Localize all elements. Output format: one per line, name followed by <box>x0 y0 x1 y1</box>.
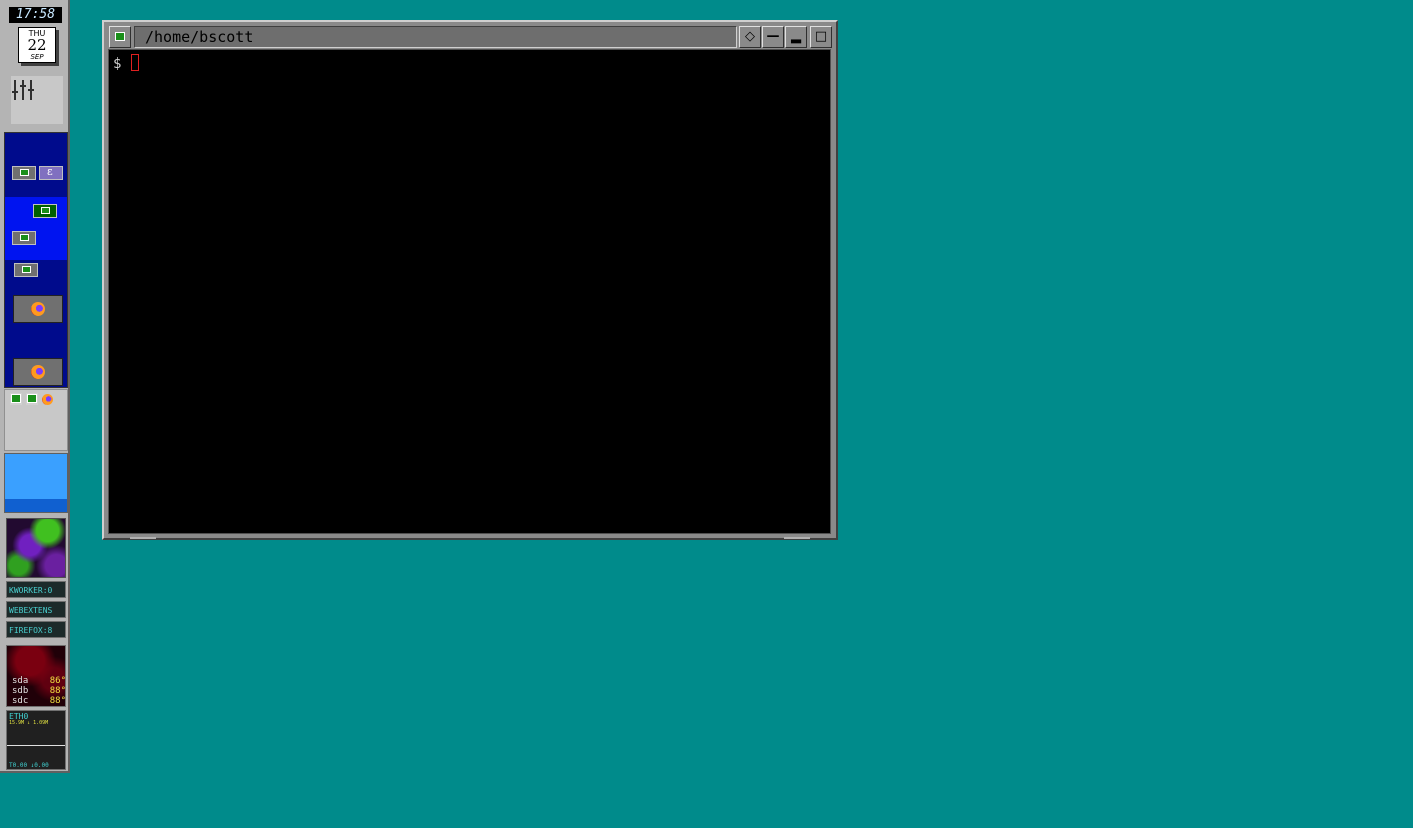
terminal-icon[interactable] <box>14 263 38 277</box>
firefox-icon <box>31 302 45 316</box>
calendar-widget[interactable]: THU 22 SEP <box>18 27 56 63</box>
window-title[interactable]: /home/bscott <box>134 26 737 48</box>
terminal-icon[interactable] <box>12 166 36 180</box>
desktop-pager[interactable]: ε <box>4 132 68 388</box>
window-maker-dock: 17:58 THU 22 SEP ε KWORKER:0 WEBEXTENS F… <box>0 0 70 773</box>
shell-prompt: $ <box>113 56 122 72</box>
terminal-icon[interactable] <box>12 231 36 245</box>
window-menu-button[interactable] <box>109 26 131 48</box>
pager-desktop-4[interactable] <box>5 325 67 387</box>
firefox-icon[interactable] <box>42 394 53 405</box>
pager-desktop-3[interactable] <box>5 261 67 324</box>
mixer-panel <box>11 76 63 124</box>
resize-handle-bottom-left[interactable] <box>130 537 156 539</box>
terminal-icon[interactable] <box>33 204 57 218</box>
mixer-applet[interactable] <box>3 70 67 130</box>
temp-device: sdc <box>12 696 29 706</box>
text-cursor <box>131 54 139 71</box>
process-monitor-item[interactable]: FIREFOX:8 <box>6 621 66 638</box>
process-monitor-item[interactable]: KWORKER:0 <box>6 581 66 598</box>
terminal-content[interactable]: $ <box>108 49 831 534</box>
emacs-icon[interactable]: ε <box>39 165 63 180</box>
pager-desktop-1[interactable]: ε <box>5 133 67 196</box>
temp-device: sda <box>12 676 29 686</box>
net-rates: 15.9M ↓ 1.09M <box>9 720 49 726</box>
clock-display[interactable]: 17:58 <box>9 7 62 23</box>
firefox-icon <box>31 365 45 379</box>
terminal-icon <box>115 32 125 41</box>
temp-value: 88° <box>49 686 66 696</box>
process-monitor-item[interactable]: WEBEXTENS <box>6 601 66 618</box>
maximize-button[interactable]: □ <box>810 26 832 48</box>
net-graph-baseline <box>7 745 65 746</box>
temp-value: 88° <box>49 696 66 706</box>
resize-handle-bottom-right[interactable] <box>784 537 810 539</box>
plasma-animation-applet <box>6 518 66 578</box>
pager-window-firefox[interactable] <box>13 295 63 323</box>
water-level-applet <box>4 453 68 513</box>
temp-value: 86° <box>49 676 66 686</box>
temp-row: sdc 88° <box>12 696 66 706</box>
temp-row: sda 86° <box>12 676 66 686</box>
iconified-windows-box <box>4 389 68 451</box>
shade-button[interactable]: ◇ <box>739 26 761 48</box>
net-totals: T0.00 ↓0.00 <box>9 762 49 769</box>
pager-desktop-2[interactable] <box>5 197 67 260</box>
calendar-day: 22 <box>27 36 47 54</box>
terminal-window[interactable]: /home/bscott ◇ — ▂ □ $ <box>102 20 838 540</box>
disk-temperature-monitor: sda 86° sdb 88° sdc 88° <box>6 645 66 707</box>
terminal-icon[interactable] <box>10 393 22 405</box>
minimize-button[interactable]: — <box>762 26 784 48</box>
pager-window-firefox[interactable] <box>13 358 63 386</box>
temp-device: sdb <box>12 686 29 696</box>
temp-row: sdb 88° <box>12 686 66 696</box>
terminal-icon[interactable] <box>26 393 38 405</box>
iconify-button[interactable]: ▂ <box>785 26 807 48</box>
calendar-month: SEP <box>30 53 44 61</box>
network-monitor: ETH0 15.9M ↓ 1.09M T0.00 ↓0.00 <box>6 710 66 770</box>
window-titlebar[interactable]: /home/bscott ◇ — ▂ □ <box>107 25 833 48</box>
mixer-sliders-icon <box>12 80 34 100</box>
